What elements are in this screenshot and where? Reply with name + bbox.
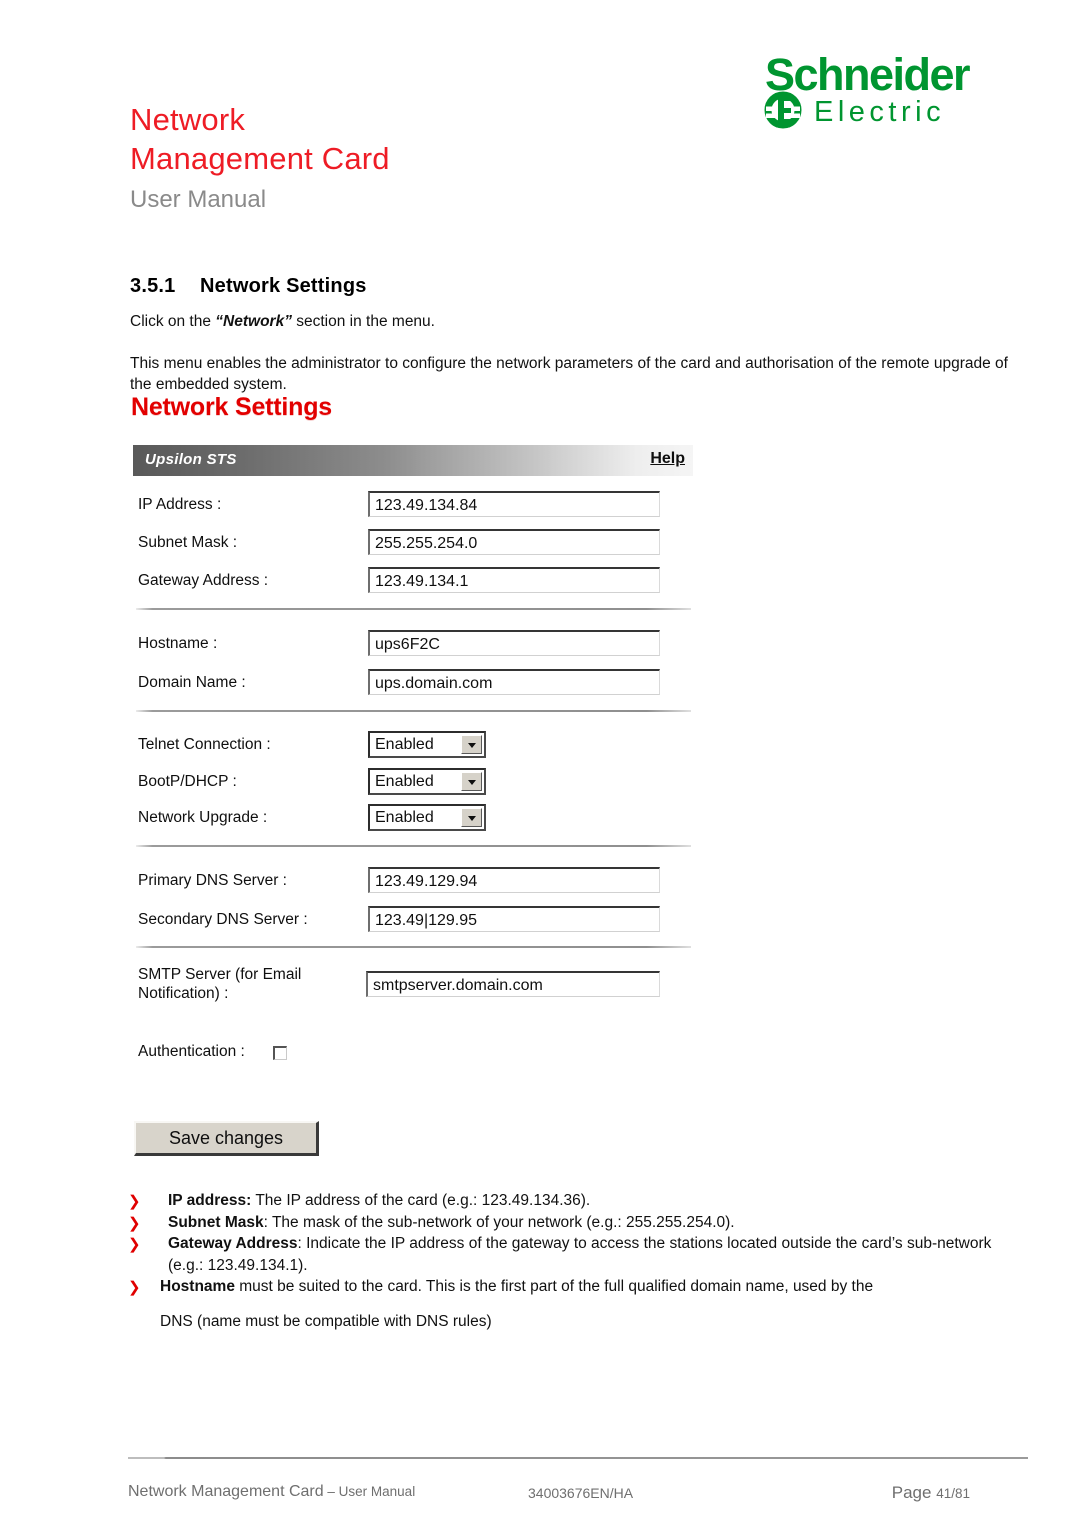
list-item-term: IP address: — [168, 1192, 252, 1209]
section-title: Network Settings — [200, 275, 367, 297]
subnet-mask-input[interactable]: 255.255.254.0 — [368, 529, 660, 555]
embedded-screenshot: Network Settings Upsilon STS Help IP Add… — [128, 393, 708, 1168]
secondary-dns-server-input[interactable]: 123.49|129.95 — [368, 906, 660, 932]
field-label: Telnet Connection : — [138, 736, 271, 753]
chevron-down-icon[interactable] — [461, 735, 482, 754]
page-header: Network Management Card User Manual Schn… — [0, 0, 1080, 230]
field-label: Network Upgrade : — [138, 809, 268, 826]
screenshot-title: Network Settings — [131, 393, 332, 421]
gateway-address-input[interactable]: 123.49.134.1 — [368, 567, 660, 593]
form-row-hostname: Hostname : ups6F2C — [128, 628, 708, 666]
field-label: Hostname : — [138, 635, 218, 652]
ip-address-input[interactable]: 123.49.134.84 — [368, 491, 660, 517]
footer-document-code: 34003676EN/HA — [528, 1485, 634, 1501]
list-item-text: must be suited to the card. This is the … — [234, 1278, 874, 1295]
bullet-arrow-icon: ❯ — [128, 1236, 141, 1253]
field-label: Subnet Mask : — [138, 534, 238, 551]
form-row-gateway-address: Gateway Address : 123.49.134.1 — [128, 565, 708, 603]
footer-subtitle: User Manual — [338, 1484, 416, 1499]
form-row-subnet-mask: Subnet Mask : 255.255.254.0 — [128, 527, 708, 565]
field-label: Domain Name : — [138, 674, 246, 691]
form-row-telnet-connection: Telnet Connection : Enabled — [128, 729, 708, 767]
field-label: BootP/DHCP : — [138, 773, 237, 790]
form-row-primary-dns: Primary DNS Server : 123.49.129.94 — [128, 865, 708, 903]
field-label: Authentication : — [138, 1043, 245, 1060]
page-subtitle: User Manual — [130, 186, 267, 213]
hostname-input[interactable]: ups6F2C — [368, 630, 660, 656]
list-item-continuation: DNS (name must be compatible with DNS ru… — [160, 1312, 492, 1330]
network-upgrade-select[interactable]: Enabled — [368, 804, 486, 831]
footer-dash: – — [323, 1484, 339, 1499]
domain-name-input[interactable]: ups.domain.com — [368, 669, 660, 695]
form-row-bootp-dhcp: BootP/DHCP : Enabled — [128, 766, 708, 804]
list-item: ❯ Subnet Mask: The mask of the sub-netwo… — [128, 1212, 1028, 1234]
help-link[interactable]: Help — [650, 450, 685, 468]
form-row-authentication: Authentication : — [128, 1036, 708, 1074]
svg-text:Electric: Electric — [814, 96, 945, 128]
intro-prefix: Click on the — [130, 313, 216, 330]
primary-dns-server-input[interactable]: 123.49.129.94 — [368, 867, 660, 893]
footer-title: Network Management Card — [128, 1483, 324, 1500]
field-label: Primary DNS Server : — [138, 872, 287, 889]
bullet-arrow-icon: ❯ — [128, 1193, 141, 1210]
list-item-text: : The mask of the sub-network of your ne… — [263, 1213, 735, 1231]
intro-paragraph-2: This menu enables the administrator to c… — [130, 355, 1008, 393]
select-value: Enabled — [375, 809, 434, 826]
chevron-down-icon[interactable] — [461, 772, 482, 791]
svg-text:Schneider: Schneider — [765, 49, 970, 100]
form-row-secondary-dns: Secondary DNS Server : 123.49|129.95 — [128, 904, 708, 942]
list-item-term: Hostname — [160, 1278, 235, 1295]
section-number: 3.5.1 — [130, 275, 176, 297]
section-heading: 3.5.1 Network Settings — [130, 275, 367, 298]
description-list: ❯ IP address: The IP address of the card… — [128, 1190, 1028, 1332]
field-label: SMTP Server (for Email Notification) : — [138, 966, 302, 1002]
list-item-term: Gateway Address — [168, 1235, 298, 1252]
form-divider — [136, 710, 691, 712]
intro-paragraph-1: Click on the “Network” section in the me… — [130, 311, 1020, 332]
bullet-arrow-icon: ❯ — [128, 1214, 141, 1232]
list-item: ❯ Hostname must be suited to the card. T… — [128, 1276, 1028, 1298]
list-item: ❯ Gateway Address: Indicate the IP addre… — [128, 1233, 1028, 1276]
form-row-ip-address: IP Address : 123.49.134.84 — [128, 489, 708, 527]
footer-document-name: Network Management Card – User Manual — [128, 1483, 415, 1501]
footer-divider — [128, 1457, 1028, 1459]
form-row-network-upgrade: Network Upgrade : Enabled — [128, 802, 708, 840]
form-divider — [136, 946, 691, 948]
footer-page-indicator: Page 41/81 — [892, 1483, 970, 1503]
field-label: IP Address : — [138, 496, 222, 513]
select-value: Enabled — [375, 773, 434, 790]
page-title: Network Management Card — [130, 102, 390, 176]
intro-suffix: section in the menu. — [291, 313, 435, 330]
footer-page-number: 41/81 — [936, 1486, 970, 1501]
list-item-text: The IP address of the card (e.g.: 123.49… — [251, 1192, 591, 1209]
bootp-dhcp-select[interactable]: Enabled — [368, 768, 486, 795]
form-row-smtp-server: SMTP Server (for Email Notification) : s… — [128, 959, 708, 1015]
form-row-domain-name: Domain Name : ups.domain.com — [128, 667, 708, 705]
form-divider — [136, 608, 691, 610]
intro-emphasis: “Network” — [215, 313, 292, 330]
select-value: Enabled — [375, 736, 434, 753]
screenshot-titlebar: Upsilon STS Help — [133, 445, 693, 476]
form-divider — [136, 845, 691, 847]
schneider-electric-logo: Schneider Electric — [754, 46, 1016, 130]
field-label: Gateway Address : — [138, 572, 269, 589]
telnet-connection-select[interactable]: Enabled — [368, 731, 486, 758]
device-name-label: Upsilon STS — [145, 451, 237, 468]
save-changes-button[interactable]: Save changes — [134, 1121, 319, 1156]
page-footer: Network Management Card – User Manual 34… — [128, 1483, 1028, 1507]
list-item: ❯ IP address: The IP address of the card… — [128, 1190, 1028, 1212]
footer-page-word: Page — [891, 1483, 932, 1502]
field-label: Secondary DNS Server : — [138, 911, 308, 928]
list-item-term: Subnet Mask — [168, 1213, 264, 1231]
bullet-arrow-icon: ❯ — [128, 1279, 141, 1296]
smtp-server-input[interactable]: smtpserver.domain.com — [366, 971, 660, 997]
chevron-down-icon[interactable] — [461, 808, 482, 827]
authentication-checkbox[interactable] — [273, 1046, 287, 1060]
